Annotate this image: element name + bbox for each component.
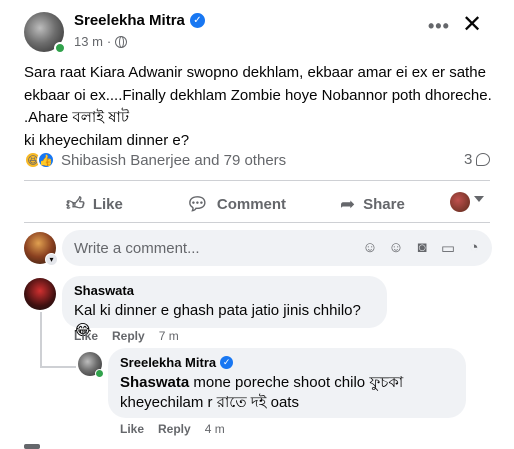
post-text: Sara raat Kiara Adwanir swopno dekhlam, … bbox=[24, 64, 492, 149]
comment-button-label: Comment bbox=[216, 195, 287, 213]
chevron-down-icon[interactable] bbox=[474, 196, 484, 202]
more-options-icon[interactable]: ••• bbox=[428, 16, 450, 37]
reply-text-line1: mone poreche shoot chilo ফুচকা bbox=[189, 374, 404, 391]
author-avatar[interactable] bbox=[24, 12, 66, 54]
reply-author[interactable]: Sreelekha Mitra ✓ bbox=[120, 355, 454, 370]
sticker-icon[interactable]: ◔ bbox=[466, 239, 482, 257]
reply-author-name[interactable]: Sreelekha Mitra bbox=[120, 355, 216, 370]
comment-bubble-icon bbox=[476, 153, 491, 166]
reply-author-avatar[interactable] bbox=[78, 352, 104, 378]
share-button-label: Share bbox=[363, 195, 405, 213]
comment-input-placeholder[interactable]: Write a comment... bbox=[74, 240, 362, 257]
reply-mention[interactable]: Shaswata bbox=[120, 374, 189, 391]
avatar-sticker-icon[interactable]: ☺ bbox=[362, 239, 378, 257]
reaction-profile-avatar[interactable] bbox=[450, 192, 470, 212]
comment-time[interactable]: 7 m bbox=[159, 329, 179, 343]
commenter-avatar[interactable] bbox=[24, 278, 56, 310]
emoji-icon[interactable]: ☺ bbox=[388, 239, 404, 257]
profile-switch-chevron-icon[interactable]: ▾ bbox=[45, 253, 58, 266]
comment-actions: Like Reply 7 m bbox=[74, 329, 179, 343]
thread-line-horizontal bbox=[40, 366, 76, 368]
share-button[interactable]: ➦ Share bbox=[340, 186, 405, 222]
reply-time[interactable]: 4 m bbox=[205, 422, 225, 436]
post-author-name[interactable]: Sreelekha Mitra bbox=[74, 12, 185, 29]
thread-line-vertical bbox=[40, 312, 42, 368]
comment-icon: 💬︎ bbox=[186, 193, 209, 214]
camera-icon[interactable]: ◙ bbox=[414, 239, 430, 257]
comment-bubble: Shaswata Kal ki dinner e ghash pata jati… bbox=[62, 276, 387, 339]
online-indicator bbox=[54, 42, 66, 54]
composer-icons: ☺ ☺ ◙ ▭ ◔ bbox=[362, 239, 492, 257]
like-button-label: Like bbox=[92, 195, 123, 213]
thumbs-up-icon: 👍︎ bbox=[66, 194, 85, 214]
truncated-link bbox=[24, 444, 40, 449]
comment-button[interactable]: 💬︎ Comment bbox=[186, 186, 286, 222]
reply-text-line2: kheyechilam r রাতে দই oats bbox=[120, 394, 299, 411]
comment-author[interactable]: Shaswata bbox=[74, 283, 375, 298]
online-indicator bbox=[95, 369, 104, 378]
globe-icon[interactable] bbox=[115, 35, 128, 48]
gif-icon[interactable]: ▭ bbox=[440, 239, 456, 257]
divider-top bbox=[24, 180, 490, 181]
reply-text: Shaswata mone poreche shoot chilo ফুচকা … bbox=[120, 373, 454, 413]
reply-actions: Like Reply 4 m bbox=[120, 422, 225, 436]
reply-bubble: Sreelekha Mitra ✓ Shaswata mone poreche … bbox=[108, 348, 466, 418]
reply-reply-button[interactable]: Reply bbox=[158, 422, 191, 436]
comment-input[interactable]: Write a comment... ☺ ☺ ◙ ▭ ◔ bbox=[62, 230, 492, 266]
post-time[interactable]: 13 m bbox=[74, 34, 103, 49]
comment-like-button[interactable]: Like bbox=[74, 329, 98, 343]
post-meta: 13 m · bbox=[74, 34, 128, 49]
like-reaction-icon: 👍 bbox=[37, 151, 55, 169]
like-button[interactable]: 👍︎ Like bbox=[66, 186, 123, 222]
current-user-avatar[interactable]: ▾ bbox=[24, 232, 58, 266]
comment-reply-button[interactable]: Reply bbox=[112, 329, 145, 343]
reactions-names[interactable]: Shibasish Banerjee and 79 others bbox=[61, 152, 286, 169]
reply-like-button[interactable]: Like bbox=[120, 422, 144, 436]
verified-badge-icon: ✓ bbox=[220, 356, 234, 369]
close-icon[interactable]: ✕ bbox=[462, 10, 482, 39]
post-author[interactable]: Sreelekha Mitra ✓ bbox=[74, 12, 205, 29]
divider-bottom bbox=[24, 222, 490, 223]
meta-separator: · bbox=[106, 34, 112, 49]
verified-badge-icon: ✓ bbox=[189, 13, 205, 28]
comment-count[interactable]: 3 bbox=[464, 151, 491, 168]
share-icon: ➦ bbox=[340, 193, 356, 214]
reactions-summary[interactable]: 😆 👍 Shibasish Banerjee and 79 others bbox=[24, 151, 286, 169]
comment-count-number[interactable]: 3 bbox=[464, 151, 472, 168]
